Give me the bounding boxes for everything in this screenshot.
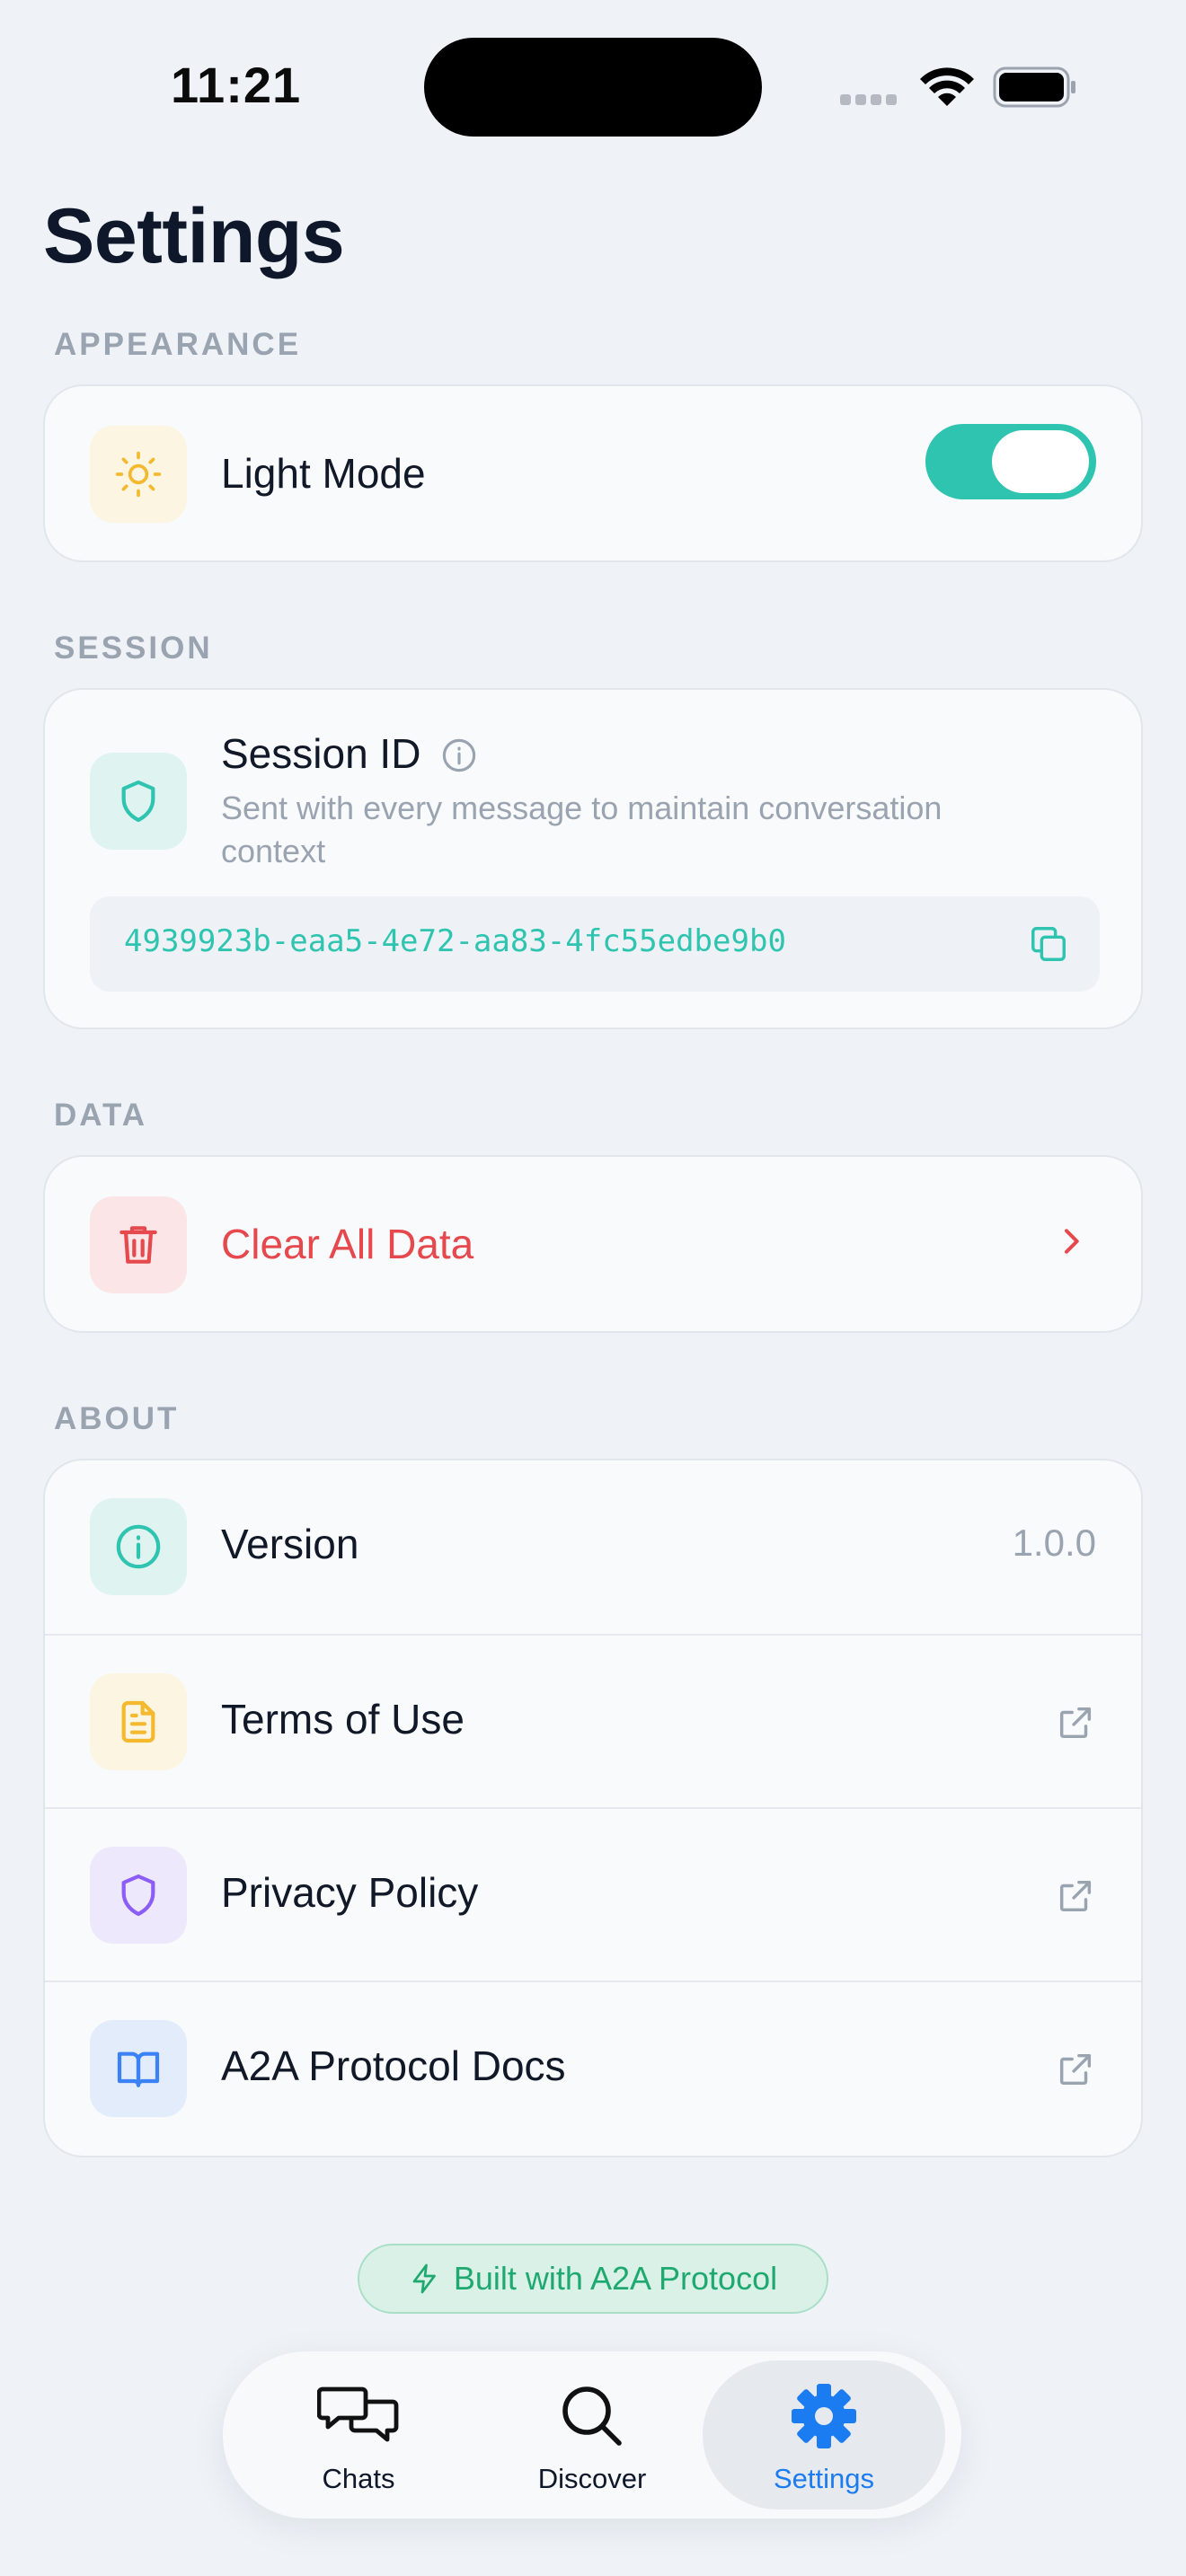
terms-of-use-label: Terms of Use xyxy=(221,1696,465,1742)
copy-icon[interactable] xyxy=(1028,923,1069,965)
version-value: 1.0.0 xyxy=(1012,1522,1096,1564)
wifi-icon xyxy=(920,67,974,106)
session-shield-tile xyxy=(90,753,187,850)
toggle-knob xyxy=(992,430,1089,493)
info-icon-tile xyxy=(90,1498,187,1595)
section-label-appearance: APPEARANCE xyxy=(54,327,302,362)
shield-icon xyxy=(121,1874,155,1917)
a2a-protocol-docs-row[interactable]: A2A Protocol Docs xyxy=(45,1981,1141,2154)
trash-icon xyxy=(119,1226,157,1264)
version-row: Version 1.0.0 xyxy=(45,1460,1141,1634)
chevron-right-icon xyxy=(1065,1229,1079,1254)
external-link-icon xyxy=(1059,2053,1092,2086)
terms-of-use-row[interactable]: Terms of Use xyxy=(45,1634,1141,1807)
privacy-policy-row[interactable]: Privacy Policy xyxy=(45,1807,1141,1981)
shield-icon xyxy=(121,780,155,823)
tab-bar: Chats Discover Settings xyxy=(223,2351,961,2519)
tab-discover[interactable]: Discover xyxy=(471,2360,713,2510)
built-with-badge: Built with A2A Protocol xyxy=(358,2244,828,2314)
status-time: 11:21 xyxy=(171,57,302,113)
session-card: Session ID Sent with every message to ma… xyxy=(43,688,1143,1029)
section-label-data: DATA xyxy=(54,1098,148,1133)
a2a-protocol-docs-label: A2A Protocol Docs xyxy=(221,2042,566,2089)
appearance-card: Light Mode xyxy=(43,384,1143,562)
clear-all-data-label: Clear All Data xyxy=(221,1221,474,1267)
privacy-policy-label: Privacy Policy xyxy=(221,1869,479,1916)
document-icon-tile xyxy=(90,1673,187,1770)
status-bar: 11:21 xyxy=(0,0,1186,171)
clear-data-row[interactable]: Clear All Data xyxy=(43,1155,1143,1333)
lightning-icon xyxy=(412,2263,436,2294)
external-link-icon xyxy=(1059,1880,1092,1912)
privacy-shield-tile xyxy=(90,1847,187,1944)
book-icon-tile xyxy=(90,2020,187,2117)
session-id-title: Session ID xyxy=(221,730,421,777)
gear-icon xyxy=(792,2384,856,2448)
sun-icon xyxy=(115,451,162,498)
badge-text: Built with A2A Protocol xyxy=(453,2260,778,2297)
document-icon xyxy=(121,1700,155,1743)
tab-chats[interactable]: Chats xyxy=(237,2360,480,2510)
book-icon xyxy=(117,2051,160,2087)
session-id-description: Sent with every message to maintain conv… xyxy=(221,790,943,869)
chat-bubbles-icon xyxy=(317,2386,399,2442)
tab-label-chats: Chats xyxy=(322,2463,395,2494)
page-title: Settings xyxy=(43,193,345,279)
tab-label-settings: Settings xyxy=(773,2463,874,2494)
info-icon[interactable] xyxy=(440,737,478,774)
tab-settings[interactable]: Settings xyxy=(703,2360,945,2510)
session-id-value: 4939923b-eaa5-4e72-aa83-4fc55edbe9b0 xyxy=(124,923,786,959)
battery-icon xyxy=(993,66,1075,108)
session-id-box[interactable]: 4939923b-eaa5-4e72-aa83-4fc55edbe9b0 xyxy=(90,896,1100,992)
dynamic-island xyxy=(424,38,762,137)
trash-icon-tile xyxy=(90,1196,187,1293)
section-label-about: ABOUT xyxy=(54,1401,180,1436)
version-label: Version xyxy=(221,1521,359,1567)
tab-label-discover: Discover xyxy=(537,2463,647,2494)
light-mode-toggle[interactable] xyxy=(925,424,1096,499)
external-link-icon xyxy=(1059,1707,1092,1739)
info-icon xyxy=(116,1524,161,1569)
cellular-signal-icon xyxy=(840,93,901,110)
search-icon xyxy=(562,2386,622,2446)
about-card: Version 1.0.0 Terms of Use Privacy Polic… xyxy=(43,1459,1143,2157)
light-mode-label: Light Mode xyxy=(221,450,426,497)
sun-icon-tile xyxy=(90,426,187,523)
section-label-session: SESSION xyxy=(54,631,213,666)
